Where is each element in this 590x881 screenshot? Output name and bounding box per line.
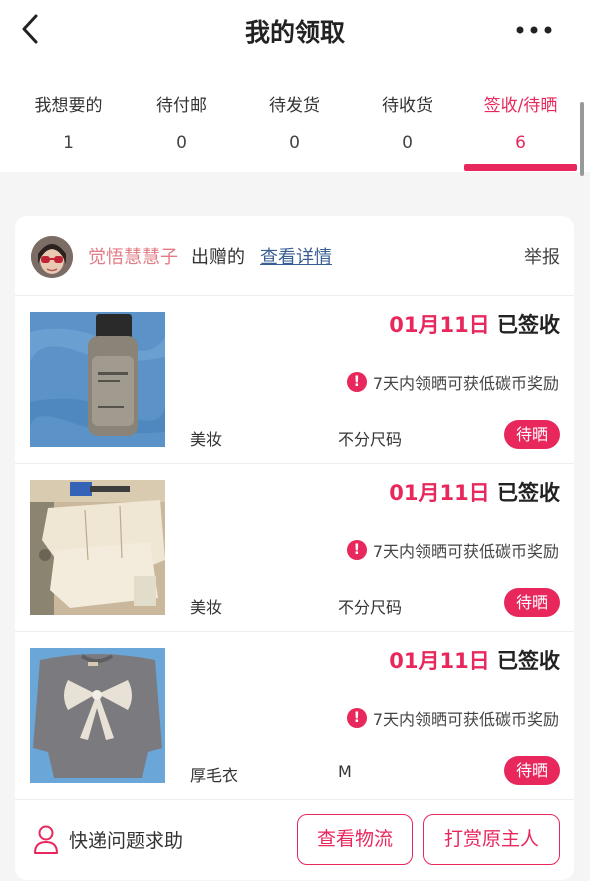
reward-tip: ! 7天内领晒可获低碳币奖励 <box>346 538 559 562</box>
item-size: 不分尺码 <box>338 598 403 617</box>
status-text: 已签收 <box>497 649 560 673</box>
tip-text: 7天内领晒可获低碳币奖励 <box>372 542 559 561</box>
giver-name-link[interactable]: 觉悟慧慧子 <box>88 243 178 269</box>
reward-tip: ! 7天内领晒可获低碳币奖励 <box>346 370 559 394</box>
card-header: 觉悟慧慧子 出赠的 查看详情 举报 <box>15 216 574 296</box>
report-button[interactable]: 举报 <box>524 243 560 269</box>
date-text: 01月11日 <box>389 313 490 337</box>
tab-pending-receipt[interactable]: 待收货 0 <box>351 62 464 172</box>
delivery-help-link[interactable]: 快递问题求助 <box>33 822 183 856</box>
item-category: 美妆 <box>190 430 223 449</box>
tab-pending-postage[interactable]: 待付邮 0 <box>125 62 238 172</box>
status-text: 已签收 <box>497 481 560 505</box>
sign-date: 01月11日 已签收 <box>389 309 560 339</box>
sign-date: 01月11日 已签收 <box>389 645 560 675</box>
item-category: 美妆 <box>190 598 223 617</box>
card-footer: 快递问题求助 查看物流 打赏原主人 <box>15 800 574 880</box>
status-tabs: 我想要的 1 待付邮 0 待发货 0 待收货 0 签收/待晒 6 <box>0 62 590 172</box>
tab-count: 0 <box>289 133 300 153</box>
share-badge-button[interactable]: 待晒 <box>503 588 560 617</box>
list-item[interactable]: 01月11日 已签收 ! 7天内领晒可获低碳币奖励 美妆 不分尺码 待晒 <box>15 464 574 632</box>
exclamation-icon: ! <box>346 708 367 728</box>
share-badge-button[interactable]: 待晒 <box>503 756 560 785</box>
top-bar: 我的领取 <box>0 0 590 62</box>
tab-received-to-share[interactable]: 签收/待晒 6 <box>464 62 577 172</box>
tab-count: 0 <box>402 133 413 153</box>
reward-tip: ! 7天内领晒可获低碳币奖励 <box>346 706 559 730</box>
gift-order-card: 觉悟慧慧子 出赠的 查看详情 举报 01月11日 已签收 ! 7天内领晒可获低碳… <box>15 216 574 880</box>
status-text: 已签收 <box>497 313 560 337</box>
view-detail-link[interactable]: 查看详情 <box>260 243 332 269</box>
item-category: 厚毛衣 <box>190 766 239 785</box>
tab-label: 待发货 <box>269 96 320 116</box>
item-size: M <box>338 762 352 781</box>
scrollbar[interactable] <box>580 102 584 176</box>
bottle-photo <box>30 312 165 447</box>
share-badge-button[interactable]: 待晒 <box>503 420 560 449</box>
bow-sweater-photo <box>30 648 165 783</box>
tab-label: 待付邮 <box>156 96 207 116</box>
view-logistics-button[interactable]: 查看物流 <box>297 814 413 865</box>
list-item[interactable]: 01月11日 已签收 ! 7天内领晒可获低碳币奖励 美妆 不分尺码 待晒 <box>15 296 574 464</box>
exclamation-icon: ! <box>346 372 367 392</box>
item-size: 不分尺码 <box>338 430 403 449</box>
tip-original-owner-button[interactable]: 打赏原主人 <box>423 814 560 865</box>
tab-label: 待收货 <box>382 96 433 116</box>
tip-text: 7天内领晒可获低碳币奖励 <box>372 710 559 729</box>
tab-label: 我想要的 <box>34 96 103 116</box>
tab-pending-shipment[interactable]: 待发货 0 <box>238 62 351 172</box>
exclamation-icon: ! <box>346 540 367 560</box>
tip-text: 7天内领晒可获低碳币奖励 <box>372 374 559 393</box>
date-text: 01月11日 <box>389 649 490 673</box>
active-tab-indicator <box>464 164 577 171</box>
tab-count: 6 <box>515 133 526 153</box>
tab-count: 0 <box>176 133 187 153</box>
list-item[interactable]: 01月11日 已签收 ! 7天内领晒可获低碳币奖励 厚毛衣 M 待晒 <box>15 632 574 800</box>
date-text: 01月11日 <box>389 481 490 505</box>
tab-count: 1 <box>63 133 74 153</box>
sign-date: 01月11日 已签收 <box>389 477 560 507</box>
page-title: 我的领取 <box>244 18 345 47</box>
help-label: 快递问题求助 <box>69 829 184 852</box>
person-icon <box>34 825 58 854</box>
tab-wanted[interactable]: 我想要的 1 <box>12 62 125 172</box>
giver-action-text: 出赠的 <box>191 247 245 268</box>
mask-packets-photo <box>30 480 165 615</box>
avatar[interactable] <box>31 236 73 278</box>
tab-label: 签收/待晒 <box>483 96 558 116</box>
more-dots-icon <box>516 26 552 34</box>
more-button[interactable] <box>514 14 554 46</box>
